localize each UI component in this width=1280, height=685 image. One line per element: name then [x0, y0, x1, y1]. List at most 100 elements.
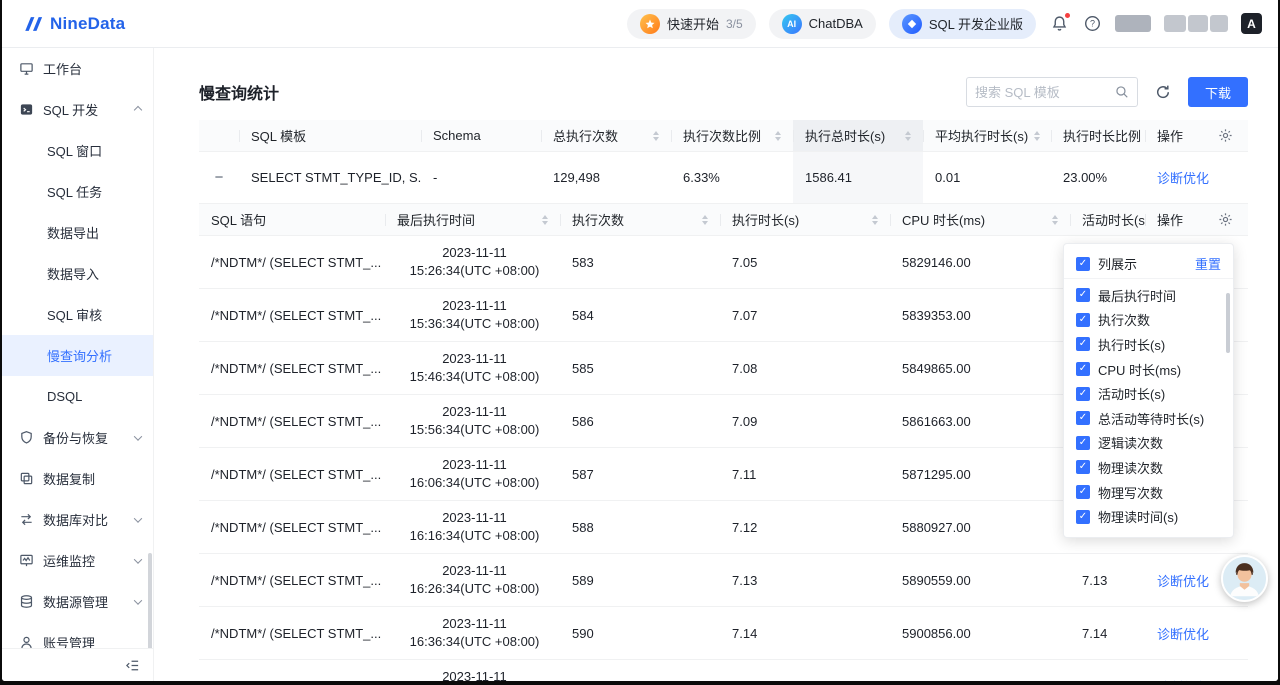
column-option[interactable]: ✓ CPU 时长(ms)	[1064, 357, 1233, 382]
sort-icon[interactable]	[1028, 131, 1044, 141]
active-time: 7.16	[1070, 660, 1145, 681]
checkbox-checked-icon[interactable]: ✓	[1076, 387, 1090, 401]
col-sql-statement: SQL 语句	[199, 204, 385, 235]
chevron-down-icon	[134, 596, 142, 604]
sidebar-item-data-replication[interactable]: 数据复制	[2, 458, 153, 499]
col-action: 操作	[1145, 120, 1245, 151]
sidebar-item-backup-restore[interactable]: 备份与恢复	[2, 417, 153, 458]
refresh-icon[interactable]	[1150, 79, 1176, 105]
column-settings-title: 列展示	[1098, 254, 1137, 273]
search-icon[interactable]	[1115, 85, 1129, 99]
sidebar-item-datasource-mgmt[interactable]: 数据源管理	[2, 581, 153, 622]
edition-icon	[902, 14, 922, 34]
column-settings-gear-icon[interactable]	[1218, 128, 1237, 143]
sidebar-item-db-compare[interactable]: 数据库对比	[2, 499, 153, 540]
table-row[interactable]: /*NDTM*/ (SELECT STMT_... 2023-11-1116:4…	[199, 660, 1248, 681]
translate-icon[interactable]: A	[1241, 13, 1262, 34]
sidebar-item-sql-task[interactable]: SQL 任务	[2, 171, 153, 212]
sidebar-item-data-import[interactable]: 数据导入	[2, 253, 153, 294]
sidebar-item-slow-query-analysis[interactable]: 慢查询分析	[2, 335, 153, 376]
download-button[interactable]: 下载	[1188, 77, 1248, 107]
collapse-sidebar-icon[interactable]	[125, 658, 140, 673]
search-input[interactable]	[975, 85, 1115, 100]
column-option[interactable]: ✓ 执行次数	[1064, 308, 1233, 333]
checkbox-checked-icon[interactable]: ✓	[1076, 313, 1090, 327]
checkbox-checked-icon[interactable]: ✓	[1076, 337, 1090, 351]
exec-duration: 7.12	[720, 501, 890, 553]
checkbox-checked-icon[interactable]: ✓	[1076, 485, 1090, 499]
exec-count: 590	[560, 607, 720, 659]
diagnose-link[interactable]: 诊断优化	[1157, 624, 1209, 643]
chatdba-pill[interactable]: AI ChatDBA	[769, 9, 876, 39]
ninedata-logo-icon	[24, 14, 44, 34]
column-option[interactable]: ✓ 最后执行时间	[1064, 283, 1233, 308]
sort-icon[interactable]	[696, 215, 712, 225]
database-icon	[19, 594, 34, 609]
column-settings-gear-icon[interactable]	[1218, 212, 1237, 227]
sort-icon[interactable]	[647, 131, 663, 141]
exec-count: 586	[560, 395, 720, 447]
table-row[interactable]: /*NDTM*/ (SELECT STMT_... 2023-11-1116:2…	[199, 554, 1248, 607]
column-option[interactable]: ✓ 执行时长(s)	[1064, 332, 1233, 357]
exec-count: 584	[560, 289, 720, 341]
sql-dev-icon	[19, 102, 34, 117]
notification-bell-icon[interactable]	[1049, 14, 1069, 34]
checkbox-checked-icon[interactable]: ✓	[1076, 460, 1090, 474]
checkbox-checked-icon[interactable]: ✓	[1076, 288, 1090, 302]
diagnose-link[interactable]: 诊断优化	[1157, 168, 1209, 187]
sql-statement: /*NDTM*/ (SELECT STMT_...	[199, 395, 385, 447]
summary-table-header: SQL 模板 Schema 总执行次数 执行次数比例 执行总时长(s) 平均执行…	[199, 120, 1248, 152]
dropdown-scrollbar[interactable]	[1226, 293, 1230, 353]
column-option[interactable]: ✓ 物理读时间(s)	[1064, 504, 1233, 529]
detail-table-header: SQL 语句 最后执行时间 执行次数 执行时长(s) CPU 时长(ms) 活动…	[199, 204, 1248, 236]
checkbox-checked-icon[interactable]: ✓	[1076, 362, 1090, 376]
checkbox-checked-icon[interactable]: ✓	[1076, 436, 1090, 450]
help-icon[interactable]: ?	[1082, 14, 1102, 34]
cpu-time: 5890559.00	[890, 554, 1070, 606]
sort-icon[interactable]	[536, 215, 552, 225]
checkbox-checked-icon[interactable]: ✓	[1076, 257, 1090, 271]
last-exec-time: 2023-11-1115:56:34(UTC +08:00)	[385, 395, 560, 447]
support-avatar[interactable]	[1221, 555, 1268, 602]
col-action: 操作	[1145, 204, 1245, 235]
exec-duration: 7.13	[720, 554, 890, 606]
checkbox-checked-icon[interactable]: ✓	[1076, 510, 1090, 524]
sidebar-scrollbar[interactable]	[148, 553, 152, 663]
sidebar-item-sql-review[interactable]: SQL 审核	[2, 294, 153, 335]
cpu-time: 5861663.00	[890, 395, 1070, 447]
sidebar-item-workbench[interactable]: 工作台	[2, 48, 153, 89]
reset-columns-link[interactable]: 重置	[1195, 254, 1221, 273]
sidebar-item-data-export[interactable]: 数据导出	[2, 212, 153, 253]
sort-icon[interactable]	[866, 215, 882, 225]
summary-row[interactable]: − SELECT STMT_TYPE_ID, S... - 129,498 6.…	[199, 152, 1248, 204]
column-option[interactable]: ✓ 总活动等待时长(s)	[1064, 406, 1233, 431]
diagnose-link[interactable]: 诊断优化	[1157, 677, 1209, 682]
collapse-row-toggle[interactable]: −	[215, 169, 224, 186]
sidebar-item-ops-monitor[interactable]: 运维监控	[2, 540, 153, 581]
sql-statement: /*NDTM*/ (SELECT STMT_...	[199, 236, 385, 288]
quick-start-label: 快速开始	[667, 14, 719, 33]
column-option[interactable]: ✓ 活动时长(s)	[1064, 381, 1233, 406]
column-option[interactable]: ✓ 物理写次数	[1064, 480, 1233, 505]
cpu-time: 5910488.00	[890, 660, 1070, 681]
col-last-exec-time: 最后执行时间	[385, 204, 560, 235]
table-row[interactable]: /*NDTM*/ (SELECT STMT_... 2023-11-1116:3…	[199, 607, 1248, 660]
col-total-exec: 总执行次数	[541, 120, 671, 151]
diagnose-link[interactable]: 诊断优化	[1157, 571, 1209, 590]
sidebar-item-sql-dev[interactable]: SQL 开发	[2, 89, 153, 130]
column-option[interactable]: ✓ 逻辑读次数	[1064, 431, 1233, 456]
avg-time-value: 0.01	[923, 152, 1051, 203]
sidebar-item-sql-window[interactable]: SQL 窗口	[2, 130, 153, 171]
column-option[interactable]: ✓ 物理读次数	[1064, 455, 1233, 480]
quick-start-pill[interactable]: 快速开始 3/5	[627, 9, 756, 39]
sort-icon[interactable]	[769, 131, 785, 141]
brand-logo[interactable]: NineData	[24, 14, 125, 34]
checkbox-checked-icon[interactable]: ✓	[1076, 411, 1090, 425]
sort-icon[interactable]	[1046, 215, 1062, 225]
sort-icon[interactable]	[899, 131, 915, 141]
sql-template-text: SELECT STMT_TYPE_ID, S...	[239, 152, 421, 203]
exec-duration: 7.08	[720, 342, 890, 394]
sidebar-item-dsql[interactable]: DSQL	[2, 376, 153, 417]
edition-pill[interactable]: SQL 开发企业版	[889, 9, 1036, 39]
last-exec-time: 2023-11-1116:36:34(UTC +08:00)	[385, 607, 560, 659]
